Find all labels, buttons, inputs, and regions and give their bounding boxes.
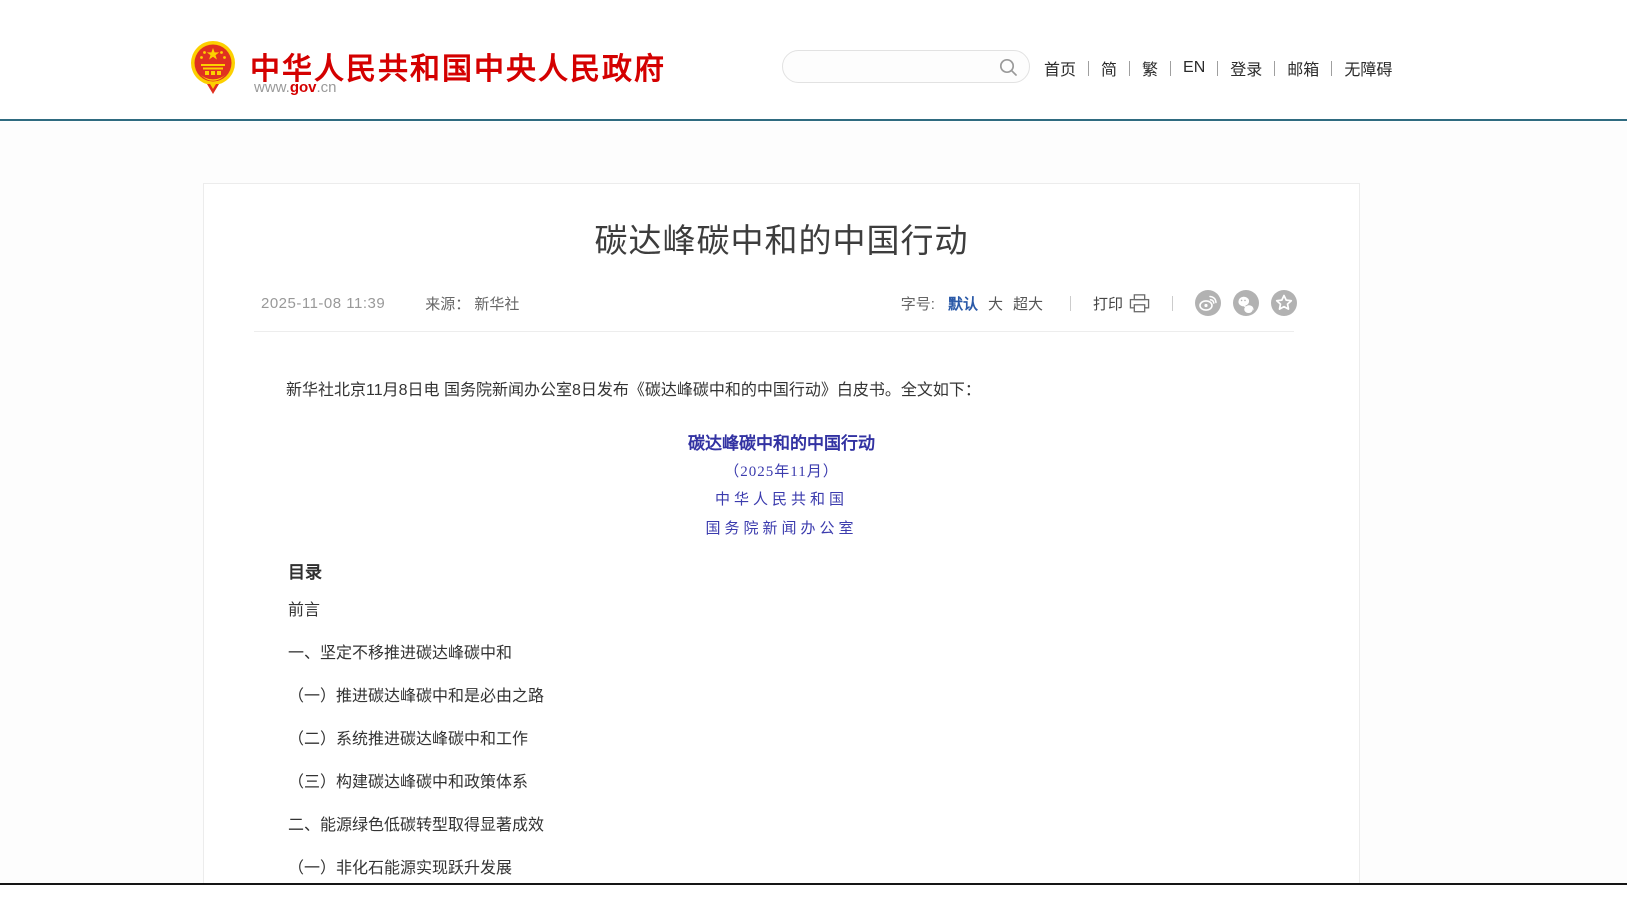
search-box[interactable]	[782, 50, 1030, 83]
article-card: 碳达峰碳中和的中国行动 2025-11-08 11:39 来源： 新华社 字号:…	[203, 183, 1360, 883]
font-size-label: 字号:	[901, 293, 935, 314]
article-meta-right: 字号: 默认 大 超大 打印	[901, 290, 1297, 316]
font-size-xlarge[interactable]: 超大	[1013, 293, 1043, 314]
source: 来源： 新华社	[425, 293, 519, 314]
wechat-icon[interactable]	[1233, 290, 1259, 316]
toc-item-section2-1[interactable]: （一）非化石能源实现跃升发展	[288, 860, 544, 877]
document-author-line1: 中华人民共和国	[204, 488, 1359, 509]
weibo-icon[interactable]	[1195, 290, 1221, 316]
document-title: 碳达峰碳中和的中国行动	[204, 429, 1359, 454]
qzone-icon[interactable]	[1271, 290, 1297, 316]
site-url-gov: gov	[290, 79, 317, 96]
toc-item-section1-1[interactable]: （一）推进碳达峰碳中和是必由之路	[288, 688, 544, 705]
toc-item-preface[interactable]: 前言	[288, 602, 544, 619]
lead-paragraph: 新华社北京11月8日电 国务院新闻办公室8日发布《碳达峰碳中和的中国行动》白皮书…	[254, 378, 1311, 404]
toc-heading: 目录	[288, 558, 322, 583]
font-size-default[interactable]: 默认	[948, 293, 978, 314]
article-title: 碳达峰碳中和的中国行动	[204, 214, 1359, 262]
viewport-bottom-edge	[0, 883, 1627, 885]
nav-login[interactable]: 登录	[1218, 56, 1274, 80]
meta-divider	[254, 331, 1294, 332]
nav-home[interactable]: 首页	[1044, 56, 1088, 80]
nav-accessibility[interactable]: 无障碍	[1332, 56, 1392, 80]
toc-item-section1[interactable]: 一、坚定不移推进碳达峰碳中和	[288, 645, 544, 662]
nav-simplified[interactable]: 简	[1089, 56, 1129, 80]
toc-item-section2[interactable]: 二、能源绿色低碳转型取得显著成效	[288, 817, 544, 834]
page: 中华人民共和国中央人民政府 www.gov.cn 首页 简 繁 EN 登录 邮箱…	[0, 0, 1627, 915]
nav-mail[interactable]: 邮箱	[1275, 56, 1331, 80]
print-label: 打印	[1093, 293, 1123, 314]
publish-date: 2025-11-08 11:39	[261, 295, 385, 312]
top-nav: 首页 简 繁 EN 登录 邮箱 无障碍	[1044, 56, 1392, 80]
site-url-suffix: .cn	[317, 79, 337, 96]
toc-item-section1-3[interactable]: （三）构建碳达峰碳中和政策体系	[288, 774, 544, 791]
source-value[interactable]: 新华社	[474, 296, 519, 313]
site-header: 中华人民共和国中央人民政府 www.gov.cn 首页 简 繁 EN 登录 邮箱…	[0, 0, 1627, 121]
article-meta-left: 2025-11-08 11:39 来源： 新华社	[261, 293, 519, 314]
toc-item-section1-2[interactable]: （二）系统推进碳达峰碳中和工作	[288, 731, 544, 748]
toc-list: 前言 一、坚定不移推进碳达峰碳中和 （一）推进碳达峰碳中和是必由之路 （二）系统…	[288, 602, 544, 903]
share-buttons	[1195, 290, 1297, 316]
print-button[interactable]: 打印	[1093, 293, 1150, 314]
source-label: 来源：	[425, 296, 470, 313]
site-url-prefix: www.	[254, 79, 290, 96]
meta-separator	[1070, 296, 1071, 311]
nav-traditional[interactable]: 繁	[1130, 56, 1170, 80]
article-meta: 2025-11-08 11:39 来源： 新华社 字号: 默认 大 超大 打印	[261, 290, 1297, 316]
site-url: www.gov.cn	[254, 79, 337, 96]
document-date: （2025年11月）	[204, 460, 1359, 481]
meta-separator	[1172, 296, 1173, 311]
national-emblem-icon	[190, 40, 236, 96]
nav-english[interactable]: EN	[1171, 59, 1217, 77]
search-input[interactable]	[799, 52, 989, 81]
document-author-line2: 国务院新闻办公室	[204, 517, 1359, 538]
search-icon[interactable]	[999, 58, 1018, 77]
font-size-large[interactable]: 大	[988, 293, 1003, 314]
printer-icon	[1129, 294, 1150, 313]
